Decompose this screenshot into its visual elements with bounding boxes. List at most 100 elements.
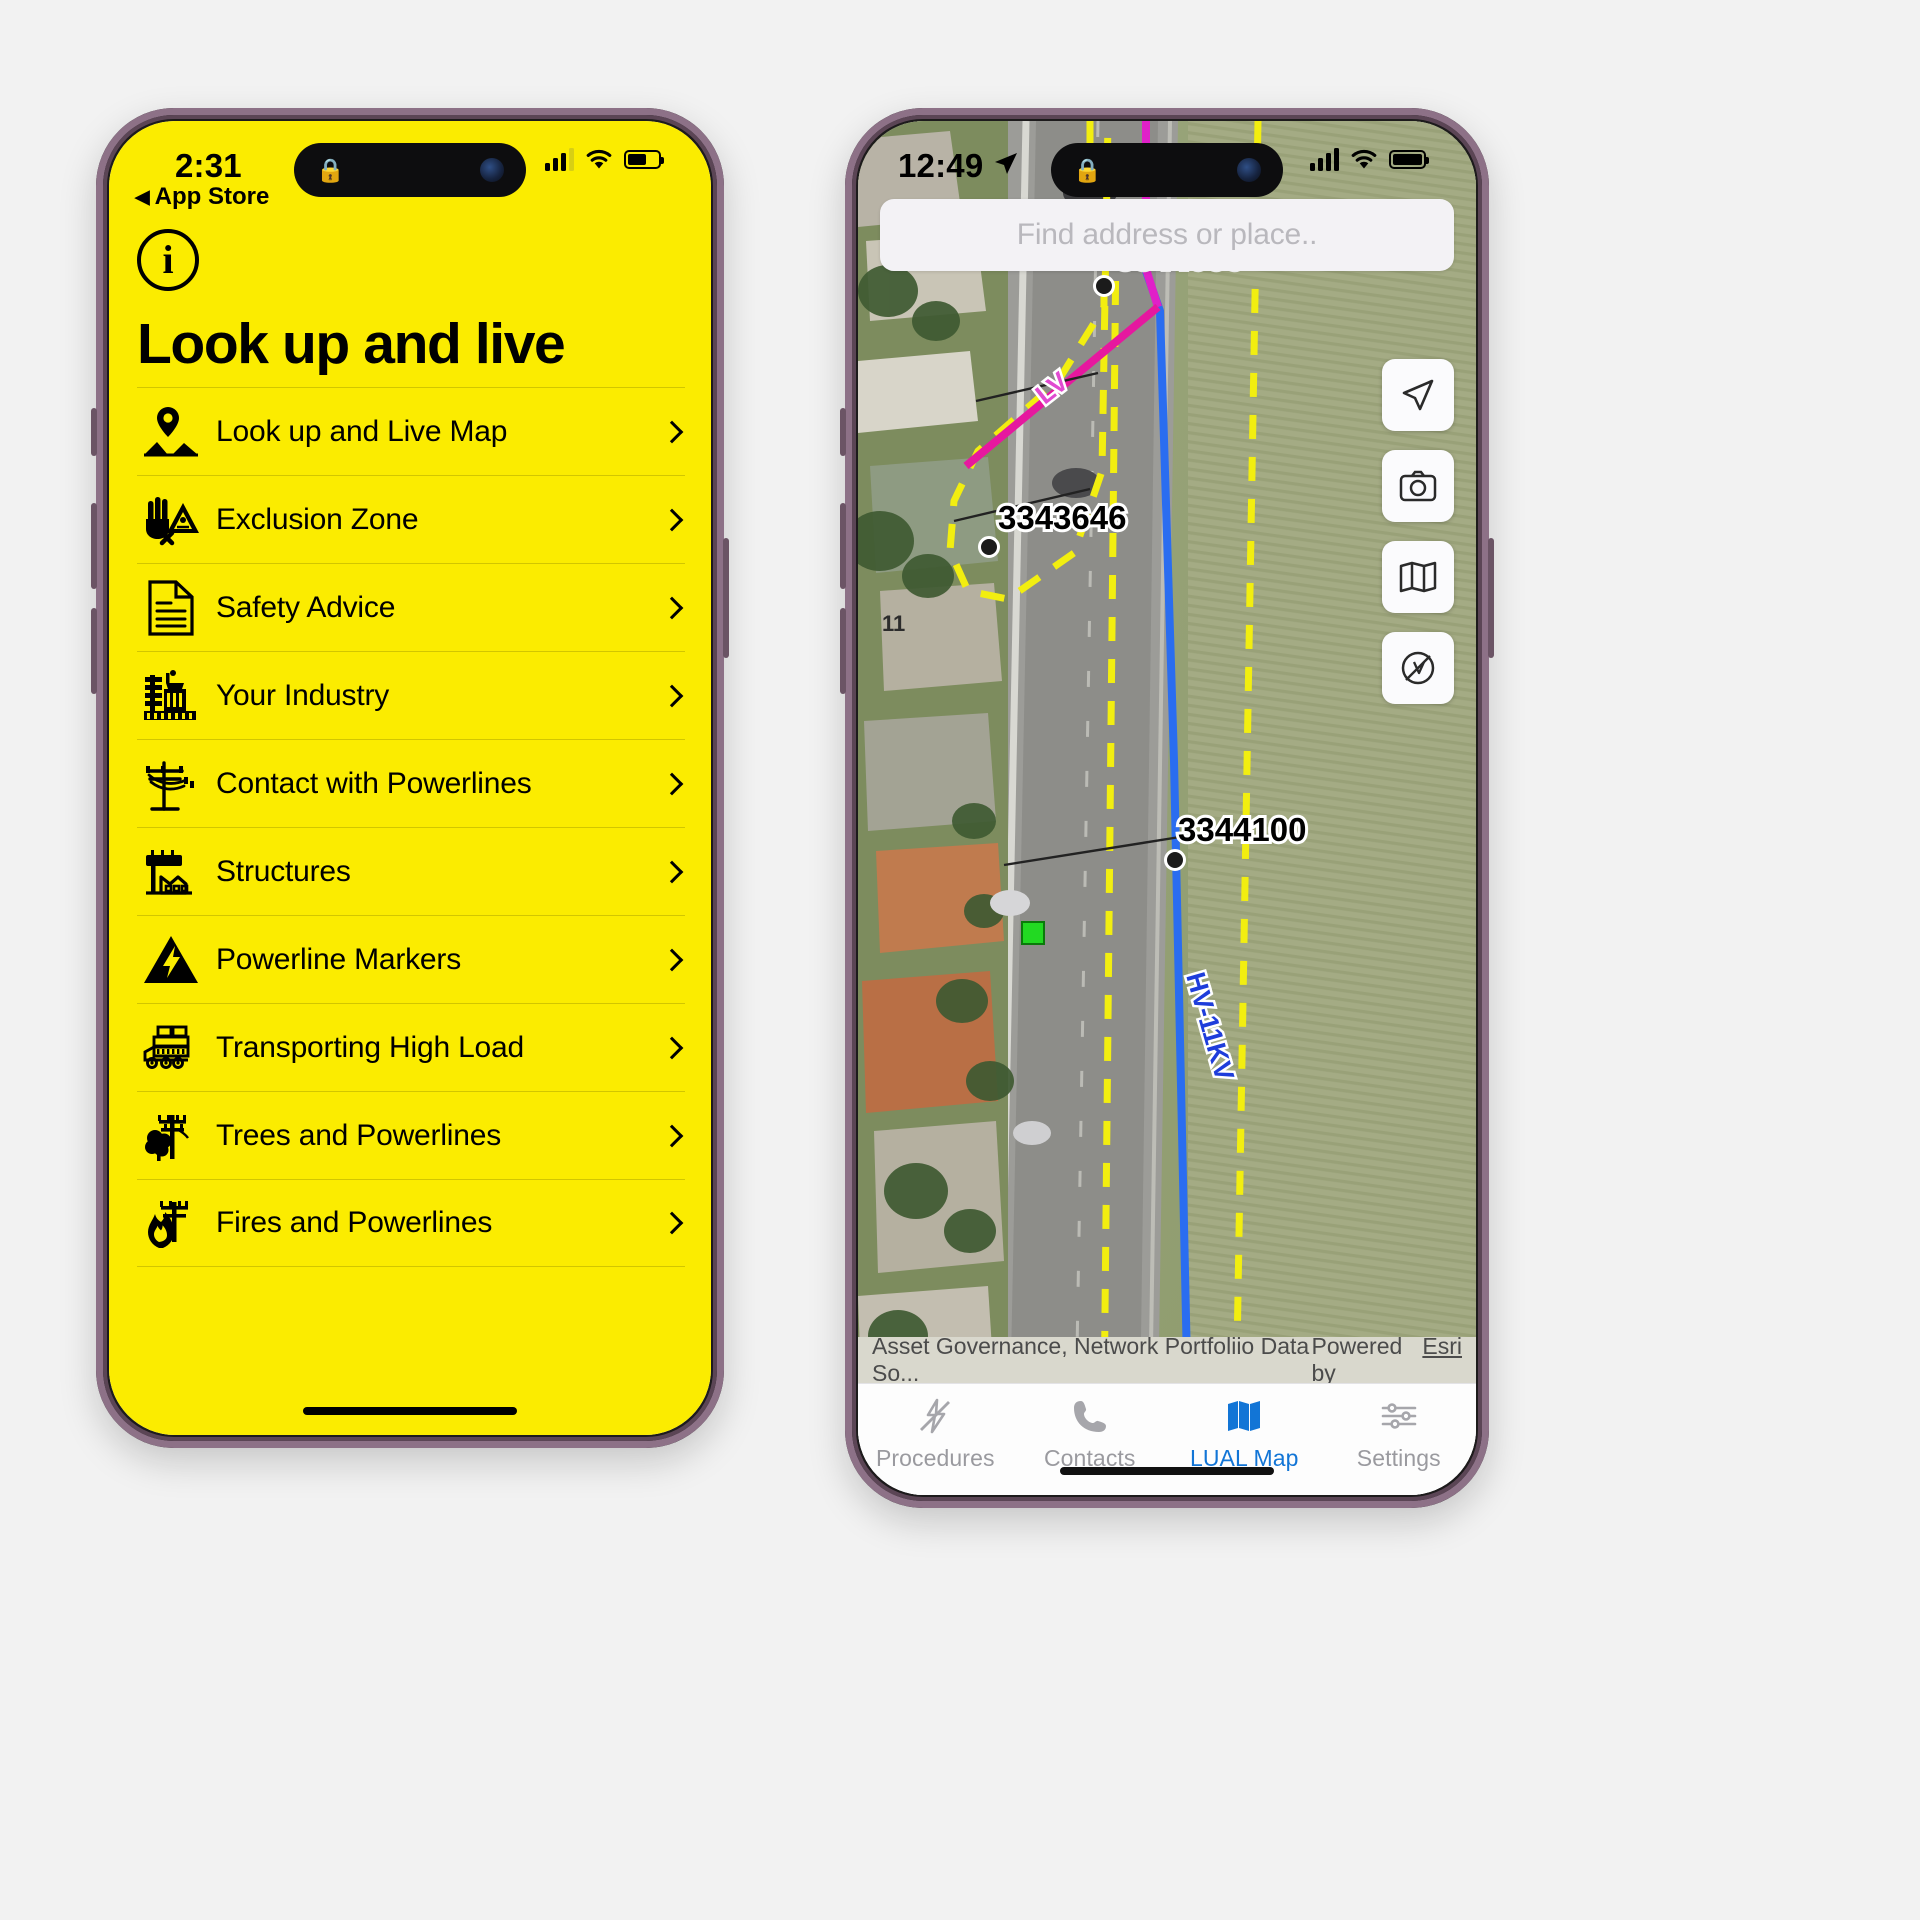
- locate-me-button[interactable]: [1382, 359, 1454, 431]
- tab-contacts[interactable]: Contacts: [1013, 1394, 1168, 1472]
- tab-lual-map[interactable]: LUAL Map: [1167, 1394, 1322, 1472]
- camera-icon: [1399, 469, 1437, 503]
- hand-stop-hazard-icon: [137, 489, 205, 551]
- electric-hazard-triangle-icon: [137, 929, 205, 991]
- volume-down-button[interactable]: [840, 608, 846, 694]
- menu-item-label: Exclusion Zone: [216, 502, 419, 536]
- camera-button[interactable]: [1382, 450, 1454, 522]
- menu-item-trees-and-powerlines[interactable]: Trees and Powerlines: [137, 1091, 685, 1179]
- menu-item-label: Contact with Powerlines: [216, 766, 532, 800]
- map-vertex-node[interactable]: [1093, 275, 1115, 297]
- map-attribution-bar: Asset Governance, Network Portfoliio Dat…: [858, 1333, 1476, 1386]
- measure-button[interactable]: [1382, 632, 1454, 704]
- volume-up-button[interactable]: [91, 503, 97, 589]
- menu-item-safety-advice[interactable]: Safety Advice: [137, 563, 685, 651]
- chevron-right-icon: [660, 508, 684, 531]
- page-title: Look up and live: [137, 312, 566, 376]
- tab-procedures[interactable]: Procedures: [858, 1394, 1013, 1472]
- location-arrow-icon: [993, 147, 1019, 185]
- chevron-right-icon: [660, 684, 684, 707]
- phone-left-device: 2:31 🔒 ◀ App Store i Look up and live Lo…: [91, 108, 729, 1448]
- menu-item-structures[interactable]: Structures: [137, 827, 685, 915]
- menu-item-label: Structures: [216, 854, 351, 888]
- attribution-powered-by: Powered by: [1311, 1333, 1403, 1386]
- chevron-right-icon: [660, 1124, 684, 1147]
- front-camera-icon: [1237, 158, 1261, 182]
- document-icon: [137, 577, 205, 639]
- home-indicator[interactable]: [1060, 1467, 1274, 1475]
- phone-right-device: 3344099 LV 3343646 11 3344100 HV-11KV 12…: [840, 108, 1494, 1508]
- map-label-asset: 3343646: [995, 496, 1130, 539]
- map-house-number: 11: [882, 611, 906, 636]
- tree-powerline-icon: [137, 1105, 205, 1167]
- tab-label: Settings: [1356, 1445, 1441, 1471]
- status-indicators: [545, 147, 664, 171]
- procedures-icon: [916, 1394, 954, 1438]
- status-indicators: [1310, 147, 1429, 171]
- menu-item-powerline-markers[interactable]: Powerline Markers: [137, 915, 685, 1003]
- cellular-bars-icon: [545, 147, 574, 171]
- chevron-right-icon: [660, 772, 684, 795]
- compass-slash-icon: [1400, 650, 1436, 686]
- chevron-right-icon: [660, 948, 684, 971]
- dynamic-island-left: 🔒: [294, 143, 526, 197]
- cellular-bars-icon: [1310, 147, 1339, 171]
- navigation-arrow-icon: [1400, 377, 1436, 413]
- attribution-source: Asset Governance, Network Portfoliio Dat…: [872, 1333, 1310, 1386]
- info-button[interactable]: i: [137, 229, 199, 291]
- truck-high-load-icon: [137, 1017, 205, 1079]
- chevron-right-icon: [660, 1211, 684, 1235]
- menu-item-fires-and-powerlines[interactable]: Fires and Powerlines: [137, 1179, 685, 1267]
- powerline-pole-icon: [137, 753, 205, 815]
- map-imagery: [858, 121, 1476, 1409]
- map-vertex-node[interactable]: [978, 536, 1000, 558]
- menu-item-label: Trees and Powerlines: [216, 1118, 502, 1152]
- right-screen: 3344099 LV 3343646 11 3344100 HV-11KV 12…: [858, 121, 1476, 1495]
- map-vertex-node[interactable]: [1164, 849, 1186, 871]
- volume-up-button[interactable]: [840, 503, 846, 589]
- basemap-button[interactable]: [1382, 541, 1454, 613]
- chevron-right-icon: [660, 1036, 684, 1059]
- fire-powerline-icon: [137, 1192, 205, 1254]
- dynamic-island-right: 🔒: [1051, 143, 1283, 197]
- chevron-right-icon: [660, 420, 684, 443]
- wifi-icon: [1350, 148, 1378, 170]
- map-tool-stack: [1382, 359, 1454, 704]
- lock-icon: 🔒: [316, 156, 345, 183]
- menu-item-contact-with-powerlines[interactable]: Contact with Powerlines: [137, 739, 685, 827]
- lual-map-app: 3344099 LV 3343646 11 3344100 HV-11KV 12…: [858, 121, 1476, 1495]
- menu-item-look-up-and-live-map[interactable]: Look up and Live Map: [137, 387, 685, 475]
- phone-icon: [1072, 1394, 1108, 1438]
- bottom-tab-bar: Procedures Contacts LUAL Map Settings: [858, 1383, 1476, 1495]
- menu-item-transporting-high-load[interactable]: Transporting High Load: [137, 1003, 685, 1091]
- map-layers-icon: [1399, 561, 1437, 593]
- lock-icon: 🔒: [1073, 156, 1102, 183]
- silent-switch[interactable]: [840, 408, 846, 456]
- map-label-asset: 3344100: [1175, 808, 1310, 851]
- map-canvas[interactable]: 3344099 LV 3343646 11 3344100 HV-11KV: [858, 121, 1476, 1409]
- menu-item-label: Powerline Markers: [216, 942, 462, 976]
- info-icon: i: [162, 237, 174, 282]
- search-input[interactable]: Find address or place..: [880, 199, 1454, 271]
- menu-item-your-industry[interactable]: Your Industry: [137, 651, 685, 739]
- volume-down-button[interactable]: [91, 608, 97, 694]
- tab-label: Procedures: [875, 1445, 995, 1471]
- power-button[interactable]: [723, 538, 729, 658]
- wifi-icon: [585, 148, 613, 170]
- factory-icon: [137, 665, 205, 727]
- battery-icon: [1389, 149, 1429, 169]
- menu-item-label: Your Industry: [216, 678, 390, 712]
- attribution-esri-link[interactable]: Esri: [1422, 1333, 1462, 1387]
- tab-settings[interactable]: Settings: [1322, 1394, 1477, 1472]
- left-screen: 2:31 🔒 ◀ App Store i Look up and live Lo…: [109, 121, 711, 1435]
- home-indicator[interactable]: [303, 1407, 517, 1415]
- chevron-right-icon: [660, 596, 684, 619]
- status-time: 2:31: [175, 147, 242, 184]
- front-camera-icon: [480, 158, 504, 182]
- silent-switch[interactable]: [91, 408, 97, 456]
- power-button[interactable]: [1488, 538, 1494, 658]
- look-up-and-live-app: 2:31 🔒 ◀ App Store i Look up and live Lo…: [109, 121, 711, 1435]
- status-time: 12:49: [898, 147, 984, 184]
- menu-item-exclusion-zone[interactable]: Exclusion Zone: [137, 475, 685, 563]
- map-marker-green-box[interactable]: [1021, 921, 1045, 945]
